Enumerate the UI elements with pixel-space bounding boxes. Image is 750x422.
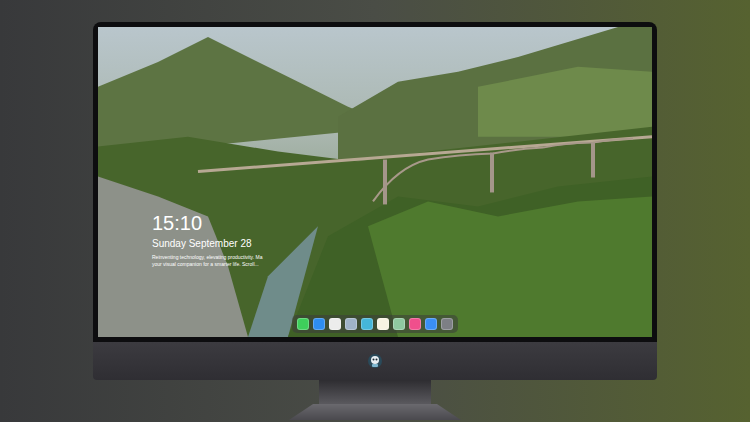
clock-time: 15:10	[152, 211, 262, 235]
tagline: Reinventing technology, elevating produc…	[152, 254, 262, 268]
monitor-screen-frame: 15:10 Sunday September 28 Reinventing tech…	[93, 22, 657, 342]
wallpaper-landscape	[98, 27, 652, 337]
lock-clock-widget: 15:10 Sunday September 28 Reinventing tech…	[152, 211, 262, 268]
monitor-stand-neck	[319, 380, 431, 404]
dock-app-icon[interactable]	[297, 318, 309, 330]
brand-logo-icon	[367, 353, 383, 369]
dock-app-icon[interactable]	[361, 318, 373, 330]
tagline-line: Reinventing technology, elevating produc…	[152, 254, 262, 261]
page: 15:10 Sunday September 28 Reinventing tech…	[0, 0, 750, 422]
dock-app-icon[interactable]	[313, 318, 325, 330]
dock-app-icon[interactable]	[377, 318, 389, 330]
dock-app-icon[interactable]	[345, 318, 357, 330]
dock-app-icon[interactable]	[441, 318, 453, 330]
monitor-chin	[93, 342, 657, 380]
dock-app-icon[interactable]	[393, 318, 405, 330]
dock-app-icon[interactable]	[409, 318, 421, 330]
monitor-stand-base	[289, 404, 461, 420]
clock-date: Sunday September 28	[152, 237, 262, 250]
dock	[292, 315, 458, 333]
dock-app-icon[interactable]	[329, 318, 341, 330]
tagline-line: your visual companion for a smarter life…	[152, 261, 262, 268]
desktop: 15:10 Sunday September 28 Reinventing tech…	[98, 27, 652, 337]
dock-app-icon[interactable]	[425, 318, 437, 330]
